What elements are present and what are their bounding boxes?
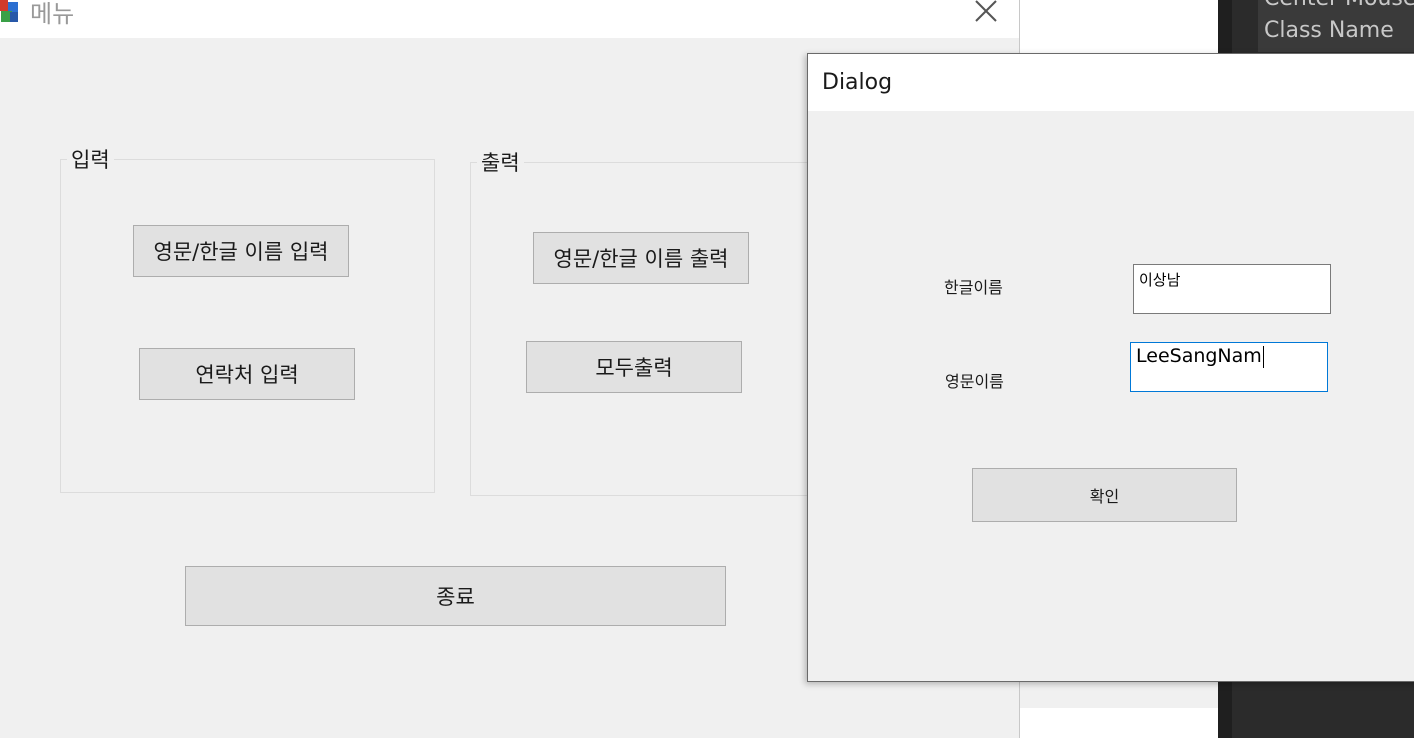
name-input-dialog: Dialog 한글이름 이상남 영문이름 LeeSangNam 확인 [807, 53, 1414, 682]
korean-name-label: 한글이름 [944, 278, 1003, 297]
dialog-title-bar: Dialog [808, 54, 1414, 111]
ok-button[interactable]: 확인 [972, 468, 1237, 522]
korean-name-field[interactable]: 이상남 [1133, 264, 1331, 314]
text-caret [1262, 345, 1264, 368]
input-group-legend: 입력 [71, 148, 110, 172]
output-group-legend: 출력 [481, 151, 520, 175]
name-output-button[interactable]: 영문/한글 이름 출력 [533, 232, 749, 284]
english-name-field[interactable]: LeeSangNam [1130, 342, 1328, 392]
close-icon[interactable] [972, 0, 1000, 24]
main-window-title: 메뉴 [30, 0, 75, 28]
all-output-button[interactable]: 모두출력 [526, 341, 742, 393]
contact-input-button[interactable]: 연락처 입력 [139, 348, 355, 400]
exit-button[interactable]: 종료 [185, 566, 726, 626]
korean-name-value: 이상남 [1139, 271, 1181, 289]
ide-row-class-name[interactable]: Class Name [1264, 18, 1394, 43]
dialog-title: Dialog [822, 70, 893, 95]
output-group-box: 출력 [470, 147, 832, 496]
english-name-label: 영문이름 [945, 372, 1004, 391]
english-name-value: LeeSangNam [1136, 345, 1262, 367]
main-title-bar: 메뉴 [0, 0, 1019, 38]
ide-row-top[interactable]: Center Mouse [1264, 0, 1414, 11]
mfc-app-icon [0, 0, 18, 22]
background-window-strip [1020, 680, 1218, 708]
input-group-box: 입력 [60, 144, 435, 493]
name-input-button[interactable]: 영문/한글 이름 입력 [133, 225, 349, 277]
